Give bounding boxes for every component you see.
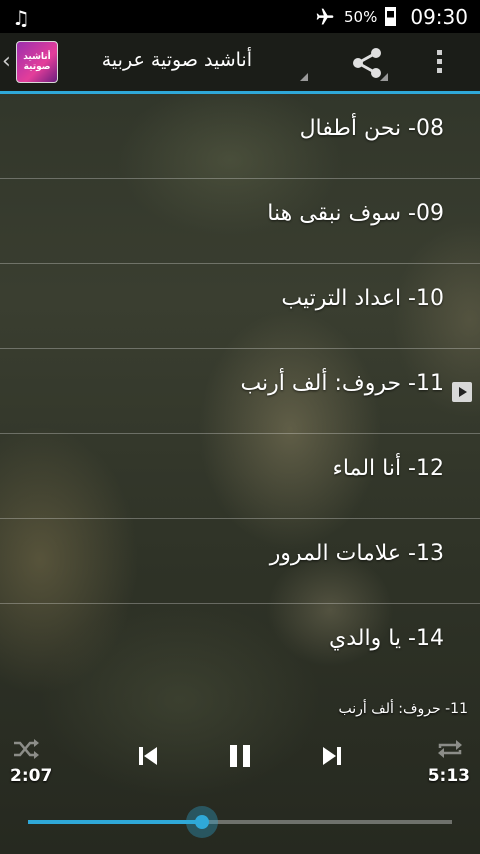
share-icon[interactable] [350, 47, 384, 79]
status-bar: ♫ 50% 09:30 [0, 0, 480, 33]
previous-icon[interactable] [136, 744, 160, 768]
app-logo[interactable]: أناشيد صوتية [16, 41, 58, 83]
now-playing-icon [452, 382, 472, 402]
track-title: 10- اعداد الترتيب [281, 286, 444, 311]
share-dropdown-indicator [380, 73, 388, 81]
track-row-14[interactable]: 14- يا والدي [0, 604, 480, 689]
track-title: 12- أنا الماء [332, 456, 444, 481]
app-title[interactable]: أناشيد صوتية عربية [80, 49, 252, 71]
airplane-mode-icon [316, 8, 334, 24]
track-title: 13- علامات المرور [269, 541, 444, 566]
total-duration: 5:13 [427, 766, 470, 786]
track-title: 14- يا والدي [329, 626, 444, 651]
track-list: 08- نحن أطفال 09- سوف نبقى هنا 10- اعداد… [0, 94, 480, 689]
battery-icon [385, 7, 397, 26]
elapsed-time: 2:07 [10, 766, 53, 786]
now-playing-title: 11- حروف: ألف أرنب [338, 701, 468, 717]
next-icon[interactable] [320, 744, 344, 768]
seek-thumb[interactable] [185, 806, 218, 838]
repeat-icon[interactable] [436, 738, 464, 760]
action-bar: ‹ أناشيد صوتية أناشيد صوتية عربية [0, 33, 480, 94]
track-row-11[interactable]: 11- حروف: ألف أرنب [0, 349, 480, 434]
status-right: 50% 09:30 [314, 0, 468, 33]
player-panel: 11- حروف: ألف أرنب 2:07 5:13 [0, 690, 480, 854]
app-logo-text: أناشيد صوتية [23, 52, 51, 72]
battery-percent: 50% [344, 7, 378, 26]
seek-progress [28, 820, 202, 824]
clock: 09:30 [410, 4, 468, 29]
more-vert-icon[interactable] [437, 50, 443, 77]
title-dropdown-indicator [300, 73, 308, 81]
track-row-09[interactable]: 09- سوف نبقى هنا [0, 179, 480, 264]
seek-bar[interactable] [28, 806, 452, 838]
pause-icon[interactable] [226, 742, 254, 770]
track-title: 09- سوف نبقى هنا [267, 201, 444, 226]
track-row-10[interactable]: 10- اعداد الترتيب [0, 264, 480, 349]
chevron-left-icon[interactable]: ‹ [2, 49, 11, 74]
track-title: 11- حروف: ألف أرنب [240, 371, 444, 396]
track-row-13[interactable]: 13- علامات المرور [0, 519, 480, 604]
music-note-icon: ♫ [12, 6, 30, 30]
track-row-08[interactable]: 08- نحن أطفال [0, 94, 480, 179]
shuffle-icon[interactable] [12, 738, 40, 760]
track-title: 08- نحن أطفال [299, 116, 444, 141]
track-row-12[interactable]: 12- أنا الماء [0, 434, 480, 519]
